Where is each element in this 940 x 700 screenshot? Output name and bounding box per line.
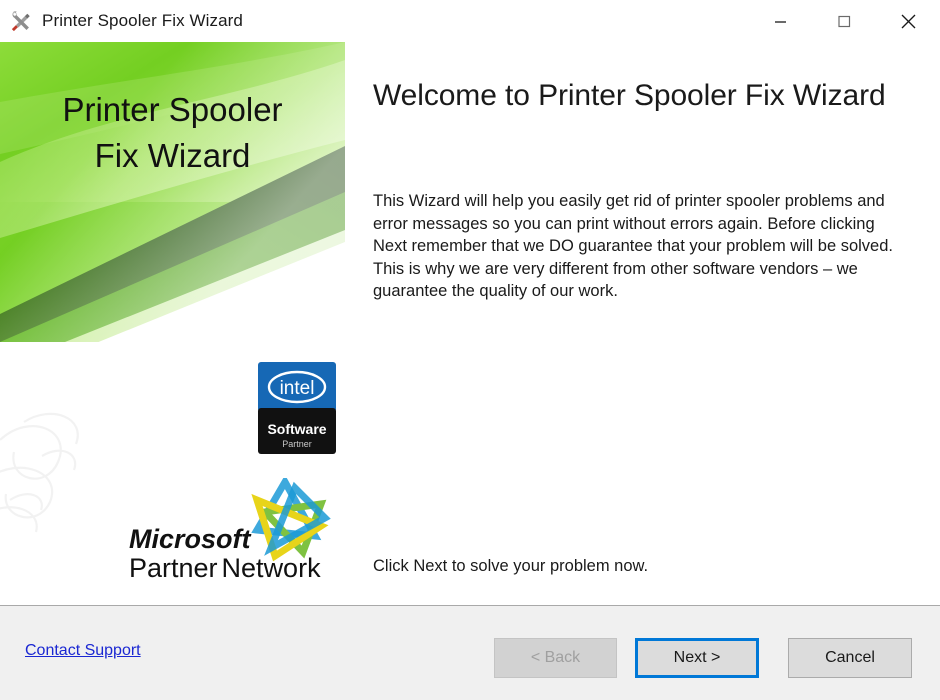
maximize-button[interactable] [812, 0, 876, 42]
wrench-screwdriver-icon [11, 11, 30, 32]
intel-line1: Software [267, 421, 326, 437]
intro-paragraph: This Wizard will help you easily get rid… [373, 192, 893, 301]
page-title: Welcome to Printer Spooler Fix Wizard [373, 79, 886, 112]
back-button[interactable]: < Back [494, 638, 617, 678]
close-button[interactable] [876, 0, 940, 42]
minimize-icon [774, 20, 786, 23]
next-button[interactable]: Next > [635, 638, 759, 678]
wizard-window: Printer Spooler Fix Wizard Printer Spool… [0, 0, 940, 700]
titlebar: Printer Spooler Fix Wizard [0, 0, 940, 42]
banner-graphic [0, 42, 345, 342]
svg-text:intel: intel [280, 378, 315, 399]
close-icon [901, 14, 915, 28]
window-controls [748, 0, 940, 42]
mpn-line2-a: Partner [129, 553, 218, 583]
mpn-line2: Partner Network [129, 553, 321, 583]
contact-support-link[interactable]: Contact Support [25, 642, 141, 660]
window-title: Printer Spooler Fix Wizard [42, 11, 243, 30]
mpn-line2-b: Network [222, 553, 322, 583]
mpn-line1: Microsoft [129, 524, 252, 554]
minimize-button[interactable] [748, 0, 812, 42]
microsoft-partner-network-logo: Microsoft Partner Network [129, 478, 331, 583]
content-area: Welcome to Printer Spooler Fix Wizard [373, 76, 898, 116]
cancel-button[interactable]: Cancel [788, 638, 912, 678]
intel-line2: Partner [282, 439, 312, 449]
maximize-icon [837, 15, 850, 27]
intel-software-partner-logo: intel Software Partner [258, 362, 336, 454]
banner-artwork: Printer Spooler Fix Wizard [0, 42, 345, 342]
click-next-hint: Click Next to solve your problem now. [373, 557, 649, 575]
